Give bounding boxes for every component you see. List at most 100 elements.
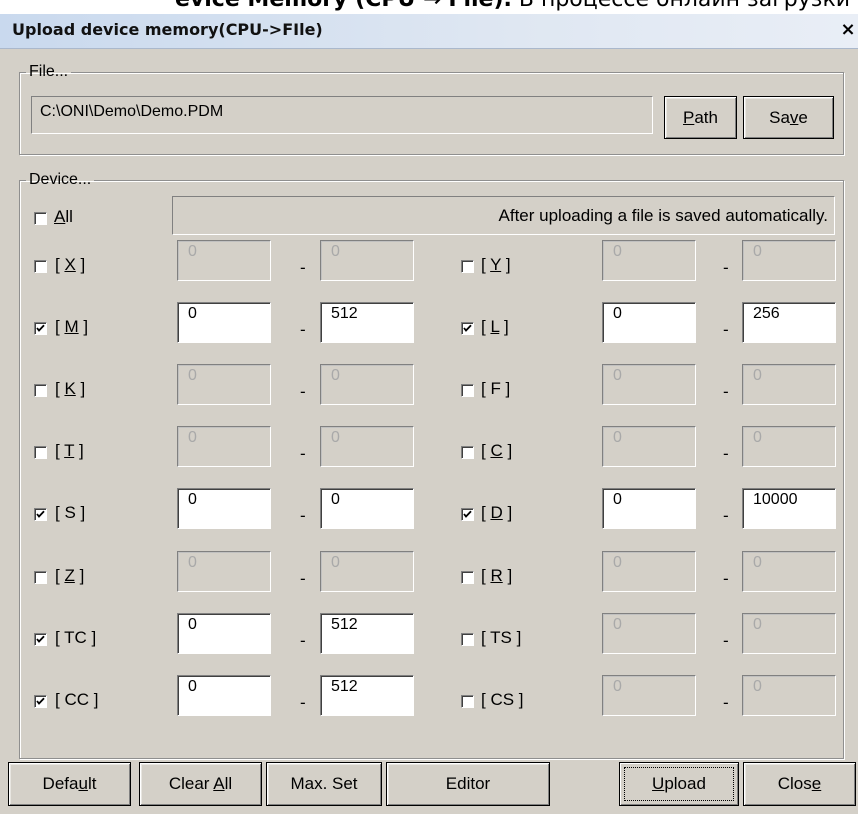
upload-label-rest: pload [664,774,706,793]
range-separator: - [300,444,306,463]
device-checkbox-right-1[interactable] [461,322,474,335]
range-from-left-6[interactable]: 0 [177,613,271,654]
range-from-right-1[interactable]: 0 [602,302,696,343]
range-to-right-7[interactable]: 0 [742,675,836,716]
device-label-left-3[interactable]: [ T ] [55,441,84,461]
range-to-left-1[interactable]: 512 [320,302,414,343]
device-label-right-0[interactable]: [ Y ] [481,255,511,275]
range-from-left-7[interactable]: 0 [177,675,271,716]
device-label-right-4[interactable]: [ D ] [481,503,512,523]
range-to-left-7[interactable]: 512 [320,675,414,716]
device-label-left-4[interactable]: [ S ] [55,503,85,523]
range-to-left-5[interactable]: 0 [320,551,414,592]
save-button[interactable]: Save [743,96,834,139]
range-to-right-0[interactable]: 0 [742,240,836,281]
max-set-button[interactable]: Max. Set [266,762,382,806]
device-label-right-5[interactable]: [ R ] [481,566,512,586]
file-path-field[interactable]: C:\ONI\Demo\Demo.PDM [31,96,653,134]
device-checkbox-left-6[interactable] [34,633,47,646]
all-checkbox[interactable] [34,212,47,225]
path-button-label: ath [694,107,718,127]
range-from-right-2[interactable]: 0 [602,364,696,405]
default-label-rest: lt [87,774,97,793]
device-checkbox-left-7[interactable] [34,695,47,708]
path-button[interactable]: Path [664,96,737,139]
device-label-pre: [ CC ] [55,690,99,709]
device-checkbox-left-3[interactable] [34,446,47,459]
upload-button[interactable]: Upload [619,762,739,806]
device-label-hotkey: T [64,441,75,460]
device-checkbox-right-7[interactable] [461,695,474,708]
range-to-left-3[interactable]: 0 [320,426,414,467]
device-checkbox-right-6[interactable] [461,633,474,646]
range-from-left-4[interactable]: 0 [177,488,271,529]
device-label-hotkey: M [64,317,79,336]
close-icon[interactable]: × [838,18,858,42]
heading-bold-prefix: evice Memory (CPU [175,0,423,12]
save-button-label-rest: e [798,107,808,127]
path-button-hotkey: P [683,107,695,127]
close-button[interactable]: Close [743,762,856,806]
device-label-right-6[interactable]: [ TS ] [481,628,521,648]
range-to-right-2[interactable]: 0 [742,364,836,405]
device-label-post: ] [501,255,511,274]
device-label-left-6[interactable]: [ TC ] [55,628,96,648]
range-from-left-2[interactable]: 0 [177,364,271,405]
device-checkbox-left-5[interactable] [34,571,47,584]
range-from-right-7[interactable]: 0 [602,675,696,716]
default-button[interactable]: Default [8,762,131,806]
device-label-pre: [ F ] [481,379,511,398]
device-checkbox-left-2[interactable] [34,384,47,397]
device-checkbox-right-5[interactable] [461,571,474,584]
clear-all-button[interactable]: Clear All [139,762,262,806]
device-checkbox-right-4[interactable] [461,508,474,521]
heading-arrow: → [423,0,441,12]
device-label-right-3[interactable]: [ C ] [481,441,512,461]
editor-button[interactable]: Editor [386,762,550,806]
range-separator: - [300,693,306,712]
range-from-right-3[interactable]: 0 [602,426,696,467]
device-label-left-7[interactable]: [ CC ] [55,690,98,710]
range-to-right-6[interactable]: 0 [742,613,836,654]
range-from-right-4[interactable]: 0 [602,488,696,529]
device-checkbox-right-3[interactable] [461,446,474,459]
device-checkbox-left-0[interactable] [34,260,47,273]
device-label-post: ] [502,441,513,460]
device-label-left-2[interactable]: [ K ] [55,379,85,399]
device-checkbox-left-4[interactable] [34,508,47,521]
device-label-post: ] [502,503,513,522]
device-checkbox-right-2[interactable] [461,384,474,397]
file-legend: File... [29,63,69,80]
auto-save-info: After uploading a file is saved automati… [172,196,835,235]
range-from-left-1[interactable]: 0 [177,302,271,343]
device-label-left-1[interactable]: [ M ] [55,317,88,337]
range-to-left-6[interactable]: 512 [320,613,414,654]
range-from-right-0[interactable]: 0 [602,240,696,281]
range-to-right-1[interactable]: 256 [742,302,836,343]
range-to-left-2[interactable]: 0 [320,364,414,405]
device-label-hotkey: R [490,566,503,585]
device-label-right-7[interactable]: [ CS ] [481,690,524,710]
range-separator: - [723,631,729,650]
range-to-right-5[interactable]: 0 [742,551,836,592]
range-to-right-3[interactable]: 0 [742,426,836,467]
range-from-right-5[interactable]: 0 [602,551,696,592]
range-from-left-0[interactable]: 0 [177,240,271,281]
device-label-post: ] [502,566,513,585]
range-from-left-5[interactable]: 0 [177,551,271,592]
device-label-left-5[interactable]: [ Z ] [55,566,84,586]
device-label-left-0[interactable]: [ X ] [55,255,85,275]
range-to-right-4[interactable]: 10000 [742,488,836,529]
device-label-hotkey: D [490,503,503,522]
title-bar[interactable]: Upload device memory(CPU->FIle) × [0,14,858,49]
range-from-left-3[interactable]: 0 [177,426,271,467]
range-from-right-6[interactable]: 0 [602,613,696,654]
device-label-right-1[interactable]: [ L ] [481,317,509,337]
range-to-left-0[interactable]: 0 [320,240,414,281]
device-checkbox-left-1[interactable] [34,322,47,335]
device-checkbox-right-0[interactable] [461,260,474,273]
range-to-left-4[interactable]: 0 [320,488,414,529]
device-label-right-2[interactable]: [ F ] [481,379,510,399]
range-separator: - [300,569,306,588]
all-label[interactable]: All [54,207,73,227]
